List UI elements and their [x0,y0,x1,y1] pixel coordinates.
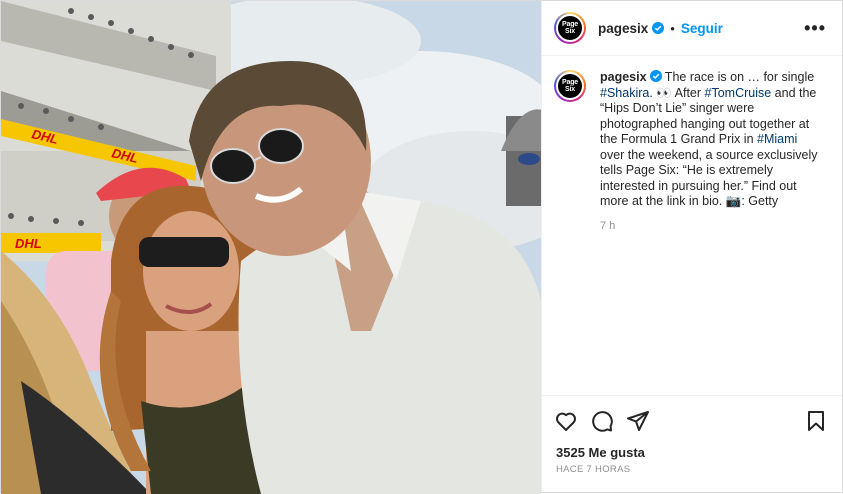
photo-illustration: DHL DHL DHL [1,1,541,494]
verified-badge-icon [652,22,665,34]
bookmark-icon[interactable] [804,409,828,433]
follow-button[interactable]: Seguir [681,21,723,36]
avatar-logo-bottom: Six [565,28,575,35]
hashtag-shakira[interactable]: #Shakira [600,86,649,100]
post-header: Page Six pagesix • Seguir ••• [542,1,842,56]
caption-username[interactable]: pagesix [600,70,647,84]
instagram-post: DHL DHL DHL Page Six pagesix • Seguir ••… [0,0,843,494]
avatar-logo-bottom: Six [565,86,575,93]
hashtag-miami[interactable]: #Miami [757,132,797,146]
caption-timestamp: 7 h [600,219,616,232]
caption-part-4: over the weekend, a source exclusively t… [600,147,818,209]
post-age: HACE 7 HORAS [556,464,631,475]
separator-dot: • [670,20,675,36]
likes-count[interactable]: 3525 Me gusta [542,445,842,460]
caption-avatar[interactable]: Page Six [554,70,586,102]
svg-text:DHL: DHL [15,236,42,251]
hashtag-tomcruise[interactable]: #TomCruise [705,86,772,100]
action-bar [542,395,842,445]
caption-section: Page Six pagesix The race is on … for si… [542,56,842,395]
avatar-logo-top: Page [562,79,578,86]
caption-text: pagesix The race is on … for single #Sha… [600,70,825,210]
verified-badge-icon [649,70,662,82]
header-username[interactable]: pagesix [598,21,648,36]
profile-avatar[interactable]: Page Six [554,12,586,44]
more-options-icon[interactable]: ••• [804,18,830,39]
avatar-logo: Page Six [556,72,584,100]
avatar-logo: Page Six [556,14,584,42]
share-icon[interactable] [626,409,650,433]
comment-icon[interactable] [590,409,614,433]
caption-part-2: . 👀 After [649,85,705,100]
avatar-logo-top: Page [562,21,578,28]
heart-icon[interactable] [554,409,578,433]
caption-part-1: The race is on … for single [661,70,815,84]
post-side-panel: Page Six pagesix • Seguir ••• Page Six p [541,1,842,492]
post-photo[interactable]: DHL DHL DHL [1,1,541,494]
